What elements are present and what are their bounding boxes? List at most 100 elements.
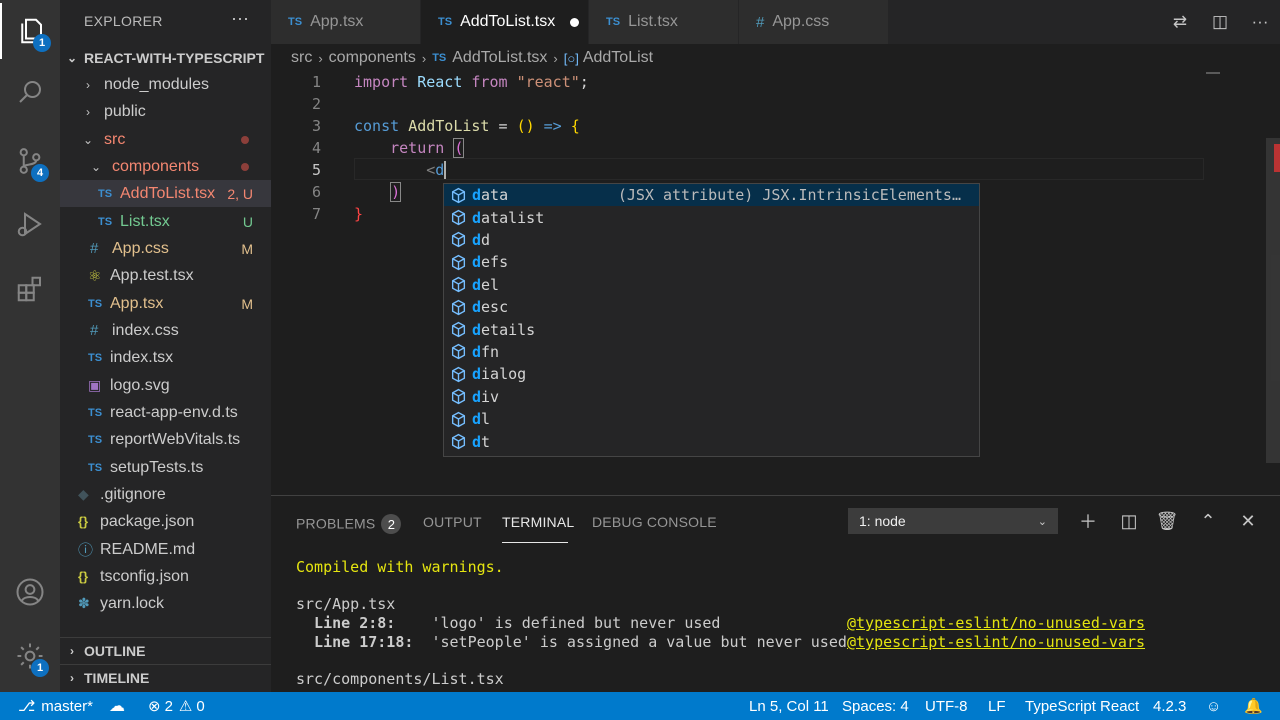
tree-file-app-test[interactable]: ⚛ App.test.tsx bbox=[60, 262, 271, 289]
tab-debug-console[interactable]: DEBUG CONSOLE bbox=[592, 514, 717, 530]
suggestion-item[interactable]: div bbox=[444, 386, 979, 408]
manage-activity-button[interactable]: 1 bbox=[0, 628, 60, 684]
tab-output[interactable]: OUTPUT bbox=[423, 514, 482, 530]
tree-item-label: App.tsx bbox=[110, 294, 164, 312]
tree-folder-src[interactable]: ⌄ src bbox=[60, 126, 271, 153]
language-mode[interactable]: TypeScript React bbox=[1025, 692, 1139, 720]
bell-icon[interactable]: 🔔 bbox=[1244, 692, 1263, 720]
error-count: 2 bbox=[164, 697, 173, 715]
breadcrumb-item[interactable]: AddToList bbox=[583, 49, 653, 67]
git-branch-status[interactable]: ⎇ master* bbox=[18, 692, 93, 720]
cube-icon bbox=[444, 187, 472, 204]
tree-file-readme[interactable]: ⓘ README.md bbox=[60, 536, 271, 563]
suggestion-item[interactable]: details bbox=[444, 318, 979, 340]
unsaved-dot-icon[interactable] bbox=[570, 17, 580, 27]
activity-bar: 1 4 1 bbox=[0, 0, 60, 692]
bottom-panel: PROBLEMS 2 OUTPUT TERMINAL DEBUG CONSOLE … bbox=[271, 495, 1280, 692]
cube-icon bbox=[444, 299, 472, 316]
tree-file-index-tsx[interactable]: TS index.tsx bbox=[60, 344, 271, 371]
suggestion-match: d bbox=[472, 253, 482, 272]
suggestion-match: d bbox=[472, 342, 482, 361]
suggestion-item[interactable]: del bbox=[444, 274, 979, 296]
tree-folder-node-modules[interactable]: › node_modules bbox=[60, 71, 271, 98]
tab-list-tsx[interactable]: TS List.tsx bbox=[589, 0, 739, 44]
outline-section-header[interactable]: › OUTLINE bbox=[60, 637, 271, 664]
tree-file-logo[interactable]: ▣ logo.svg bbox=[60, 372, 271, 399]
tab-app-css[interactable]: # App.css bbox=[739, 0, 889, 44]
breadcrumb-item[interactable]: src bbox=[291, 49, 312, 67]
tab-label: App.css bbox=[772, 13, 830, 30]
line-number: 1 bbox=[311, 73, 321, 91]
tree-file-gitignore[interactable]: ◆ .gitignore bbox=[60, 481, 271, 508]
tree-file-setuptests[interactable]: TS setupTests.ts bbox=[60, 454, 271, 481]
tab-terminal[interactable]: TERMINAL bbox=[502, 514, 574, 530]
accounts-activity-button[interactable] bbox=[0, 564, 60, 620]
eol-status[interactable]: LF bbox=[988, 692, 1006, 720]
eslint-rule-link[interactable]: @typescript-eslint/no-unused-vars bbox=[847, 614, 1145, 633]
eslint-rule-link[interactable]: @typescript-eslint/no-unused-vars bbox=[847, 633, 1145, 652]
explorer-activity-button[interactable]: 1 bbox=[0, 3, 60, 59]
terminal-selector[interactable]: 1: node ⌄ bbox=[848, 508, 1058, 534]
split-terminal-icon[interactable]: ◫ bbox=[1114, 508, 1144, 534]
tree-file-package-json[interactable]: {} package.json bbox=[60, 508, 271, 535]
tree-item-label: List.tsx bbox=[120, 212, 170, 230]
more-actions-icon[interactable]: ··· bbox=[231, 8, 249, 29]
suggestion-item[interactable]: dd bbox=[444, 229, 979, 251]
source-control-activity-button[interactable]: 4 bbox=[0, 133, 60, 189]
tree-file-reportwebvitals[interactable]: TS reportWebVitals.ts bbox=[60, 426, 271, 453]
split-editor-icon[interactable]: ◫ bbox=[1200, 12, 1240, 32]
tree-file-list[interactable]: TS List.tsx U bbox=[60, 208, 271, 235]
tree-item-label: README.md bbox=[100, 540, 196, 558]
close-panel-icon[interactable]: ✕ bbox=[1233, 508, 1263, 534]
suggestion-item[interactable]: dl bbox=[444, 408, 979, 430]
suggestion-item[interactable]: datalist bbox=[444, 206, 979, 228]
tree-file-yarn-lock[interactable]: ✽ yarn.lock bbox=[60, 590, 271, 617]
minimap[interactable] bbox=[1206, 70, 1266, 495]
tab-problems[interactable]: PROBLEMS 2 bbox=[296, 514, 402, 534]
tree-file-app-css[interactable]: # App.css M bbox=[60, 235, 271, 262]
tree-file-index-css[interactable]: # index.css bbox=[60, 317, 271, 344]
suggestion-item[interactable]: data (JSX attribute) JSX.IntrinsicElemen… bbox=[444, 184, 979, 207]
typescript-version[interactable]: 4.2.3 bbox=[1153, 692, 1186, 720]
code-line: 1 import React from "react"; bbox=[271, 71, 1280, 93]
explorer-title: EXPLORER bbox=[84, 13, 163, 29]
tree-folder-components[interactable]: ⌄ components bbox=[60, 153, 271, 180]
more-actions-icon[interactable]: ··· bbox=[1240, 12, 1280, 32]
tree-file-react-app-env[interactable]: TS react-app-env.d.ts bbox=[60, 399, 271, 426]
new-terminal-icon[interactable]: ＋ bbox=[1073, 508, 1103, 534]
tree-file-app-tsx[interactable]: TS App.tsx M bbox=[60, 290, 271, 317]
indentation-status[interactable]: Spaces: 4 bbox=[842, 692, 909, 720]
chevron-down-icon: ⌄ bbox=[66, 50, 78, 65]
tab-app-tsx[interactable]: TS App.tsx bbox=[271, 0, 421, 44]
suggestion-item[interactable]: dfn bbox=[444, 341, 979, 363]
extensions-activity-button[interactable] bbox=[0, 261, 60, 317]
search-activity-button[interactable] bbox=[0, 64, 60, 120]
vertical-scrollbar[interactable] bbox=[1266, 138, 1280, 463]
tab-addtolist-tsx[interactable]: TS AddToList.tsx bbox=[421, 0, 589, 44]
trash-icon[interactable]: 🗑 bbox=[1152, 508, 1182, 534]
breadcrumb-item[interactable]: components bbox=[329, 49, 416, 67]
explorer-sidebar: EXPLORER ··· ⌄ REACT-WITH-TYPESCRIPT › n… bbox=[60, 0, 271, 692]
encoding-status[interactable]: UTF-8 bbox=[925, 692, 968, 720]
tree-folder-public[interactable]: › public bbox=[60, 98, 271, 125]
project-section-header[interactable]: ⌄ REACT-WITH-TYPESCRIPT bbox=[60, 44, 271, 71]
file-status-badge: 2, U bbox=[227, 185, 253, 202]
suggestion-item[interactable]: dialog bbox=[444, 363, 979, 385]
sync-status[interactable]: ☁ bbox=[109, 692, 125, 720]
open-changes-icon[interactable]: ⇄ bbox=[1160, 12, 1200, 32]
breadcrumb-item[interactable]: AddToList.tsx bbox=[452, 49, 547, 67]
warning-count: 0 bbox=[196, 697, 205, 715]
feedback-icon[interactable]: ☺ bbox=[1206, 692, 1221, 720]
problems-status[interactable]: ⊗ 2 ⚠ 0 bbox=[148, 692, 205, 720]
maximize-panel-icon[interactable]: ⌃ bbox=[1193, 508, 1223, 534]
cursor-position[interactable]: Ln 5, Col 11 bbox=[749, 692, 829, 720]
timeline-section-header[interactable]: › TIMELINE bbox=[60, 664, 271, 691]
tree-file-tsconfig[interactable]: {} tsconfig.json bbox=[60, 563, 271, 590]
warning-location: Line 17:18: bbox=[296, 633, 414, 651]
chevron-down-icon: ⌄ bbox=[82, 132, 94, 147]
suggestion-item[interactable]: desc bbox=[444, 296, 979, 318]
suggestion-item[interactable]: dt bbox=[444, 430, 979, 452]
tree-file-addtolist[interactable]: TS AddToList.tsx 2, U bbox=[60, 180, 271, 207]
suggestion-item[interactable]: defs bbox=[444, 251, 979, 273]
run-debug-activity-button[interactable] bbox=[0, 196, 60, 252]
